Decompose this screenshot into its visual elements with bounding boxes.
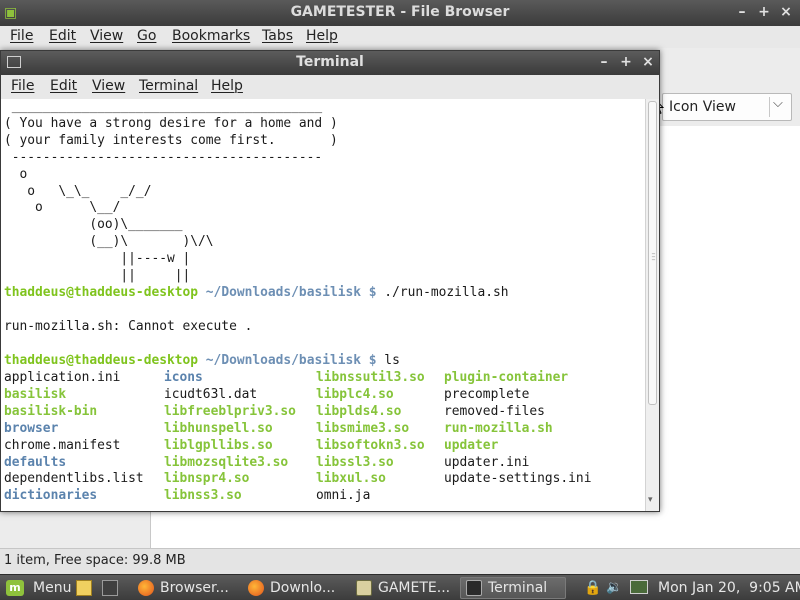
network-icon[interactable] — [630, 580, 648, 594]
ls-entry: dictionaries — [4, 488, 98, 504]
terminal-close-button[interactable]: × — [639, 53, 657, 71]
volume-icon[interactable]: 🔉 — [606, 577, 622, 599]
file-browser-titlebar[interactable]: ▣ GAMETESTER - File Browser – + × — [0, 0, 800, 26]
ls-entry: icons — [164, 370, 203, 385]
close-button[interactable]: × — [777, 3, 795, 21]
ls-entry: libnss3.so — [164, 488, 242, 504]
ls-entry: precomplete — [444, 386, 530, 402]
terminal-maximize-button[interactable]: + — [617, 53, 635, 71]
menu-bookmarks[interactable]: Bookmarks — [172, 28, 250, 44]
ls-entry: plugin-container — [444, 370, 569, 385]
file-browser-title: GAMETESTER - File Browser — [290, 4, 510, 20]
prompt-user: thaddeus@thaddeus-desktop — [4, 353, 199, 368]
taskbar-button-label: Browser... — [160, 580, 229, 596]
ls-entry: application.ini — [4, 370, 121, 385]
status-bar: 1 item, Free space: 99.8 MB — [0, 548, 800, 574]
taskbar-button-downloads[interactable]: Downlo... — [242, 577, 348, 599]
terminal-window: Terminal – + × File Edit View Terminal H… — [0, 50, 660, 512]
ls-entry: icudt63l.dat — [164, 386, 258, 402]
ls-entry: libsoftokn3.so — [316, 437, 425, 453]
ls-entry: browser — [4, 420, 59, 436]
scroll-down-icon[interactable]: ▾ — [648, 495, 653, 505]
menu-help[interactable]: Help — [306, 28, 338, 44]
terminal-icon — [466, 580, 482, 596]
ls-entry: libxul.so — [316, 471, 386, 487]
taskbar-button-terminal[interactable]: Terminal — [460, 577, 566, 599]
ls-entry: liblgpllibs.so — [164, 437, 273, 453]
ls-entry: updater.ini — [444, 454, 530, 470]
status-text: 1 item, Free space: 99.8 MB — [4, 553, 186, 568]
prompt-user: thaddeus@thaddeus-desktop — [4, 285, 199, 300]
ls-entry: libfreeblpriv3.so — [164, 403, 296, 419]
clock[interactable]: Mon Jan 20, 9:05 AM — [658, 577, 800, 599]
ls-entry: libmozsqlite3.so — [164, 454, 289, 470]
menu-go[interactable]: Go — [137, 28, 156, 44]
taskbar-button-browser[interactable]: Browser... — [132, 577, 242, 599]
menu-tabs[interactable]: Tabs — [262, 28, 293, 44]
terminal-menu-help[interactable]: Help — [211, 78, 243, 94]
terminal-minimize-button[interactable]: – — [595, 53, 613, 71]
chevron-down-icon[interactable]: ⌵ — [773, 96, 783, 111]
terminal-menu-file[interactable]: File — [11, 78, 34, 94]
taskbar-button-label: Terminal — [488, 580, 548, 596]
minimize-button[interactable]: – — [733, 3, 751, 21]
file-manager-icon — [356, 580, 372, 596]
lock-icon[interactable]: 🔒 — [584, 577, 601, 599]
view-mode-label: Icon View — [669, 99, 736, 115]
ls-entry: defaults — [4, 454, 67, 470]
menu-file[interactable]: File — [10, 28, 33, 44]
ls-entry: omni.ja — [316, 488, 371, 504]
terminal-menu-edit[interactable]: Edit — [50, 78, 77, 94]
taskbar-button-label: GAMETE... — [378, 580, 451, 596]
ls-entry: run-mozilla.sh — [444, 420, 553, 436]
start-menu-button[interactable]: m Menu — [6, 577, 72, 599]
ls-entry: update-settings.ini — [444, 471, 592, 487]
prompt-line-1: thaddeus@thaddeus-desktop ~/Downloads/ba… — [4, 285, 508, 302]
ls-entry: basilisk — [4, 386, 67, 402]
file-browser-menubar: File Edit View Go Bookmarks Tabs Help — [0, 26, 800, 48]
ls-entry: libplc4.so — [316, 386, 394, 402]
prompt-path: ~/Downloads/basilisk $ — [205, 285, 377, 300]
maximize-button[interactable]: + — [755, 3, 773, 21]
menu-view[interactable]: View — [90, 28, 123, 44]
taskbar-button-label: Downlo... — [270, 580, 336, 596]
terminal-launcher-icon[interactable] — [102, 580, 118, 596]
view-mode-select[interactable]: Icon View ⌵ — [662, 93, 792, 121]
command-text: ls — [376, 353, 400, 368]
cowsay-output: ________________________________________… — [4, 99, 338, 284]
ls-entry: dependentlibs.list — [4, 471, 144, 487]
firefox-icon — [138, 580, 154, 596]
ls-entry: updater — [444, 437, 499, 453]
ls-entry: basilisk-bin — [4, 403, 98, 419]
terminal-menu-terminal[interactable]: Terminal — [139, 78, 198, 94]
terminal-titlebar[interactable]: Terminal – + × — [1, 51, 659, 75]
ls-entry: removed-files — [444, 403, 545, 419]
scrollbar-thumb[interactable]: – – – — [648, 101, 657, 405]
error-line: run-mozilla.sh: Cannot execute . — [4, 319, 253, 334]
ls-entry: libsmime3.so — [316, 420, 410, 436]
text-editor-launcher-icon[interactable] — [76, 580, 92, 596]
firefox-icon — [248, 580, 264, 596]
grip-icon: – – – — [651, 249, 656, 264]
command-text: ./run-mozilla.sh — [376, 285, 509, 300]
start-menu-label: Menu — [33, 580, 72, 596]
prompt-line-2: thaddeus@thaddeus-desktop ~/Downloads/ba… — [4, 353, 400, 370]
taskbar-button-file-browser[interactable]: GAMETE... — [350, 577, 456, 599]
ls-entry: libplds4.so — [316, 403, 402, 419]
terminal-menu-view[interactable]: View — [92, 78, 125, 94]
terminal-title: Terminal — [296, 54, 364, 70]
ls-entry: libnssutil3.so — [316, 370, 425, 385]
terminal-output[interactable]: ________________________________________… — [1, 99, 645, 511]
terminal-menubar: File Edit View Terminal Help — [1, 75, 659, 99]
taskbar: m Menu Browser... Downlo... GAMETE... Te… — [0, 574, 800, 600]
select-divider — [769, 97, 770, 117]
mint-logo-icon: m — [6, 580, 24, 596]
ls-entry: libhunspell.so — [164, 420, 273, 436]
menu-edit[interactable]: Edit — [49, 28, 76, 44]
terminal-scrollbar[interactable]: – – – ▾ — [645, 99, 659, 511]
prompt-path: ~/Downloads/basilisk $ — [205, 353, 377, 368]
ls-entry: libssl3.so — [316, 454, 394, 470]
ls-entry: chrome.manifest — [4, 437, 121, 453]
ls-entry: libnspr4.so — [164, 471, 250, 487]
